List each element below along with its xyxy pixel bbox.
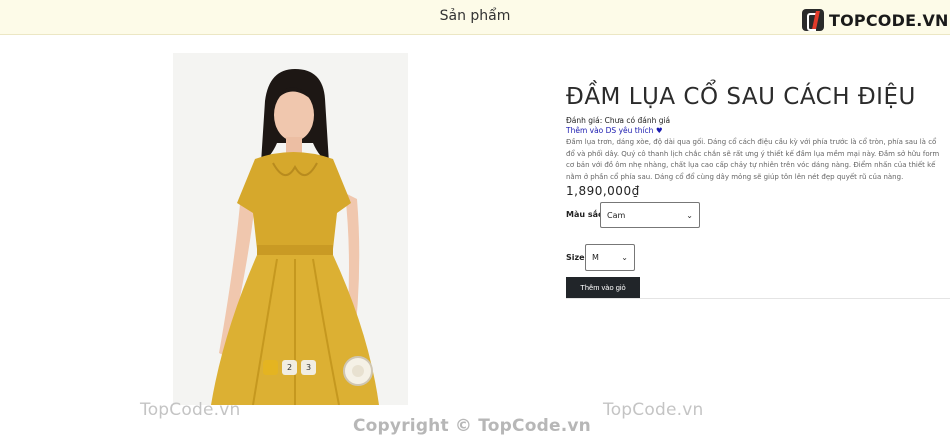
product-image[interactable] [173,53,408,405]
gallery-page-button[interactable]: 2 [282,360,297,375]
wishlist-label: Thêm vào DS yêu thích [566,126,654,135]
watermark-right: TopCode.vn [603,400,704,420]
brand-name: TOPCODE.VN [829,10,949,30]
product-price: 1,890,000₫ [566,184,640,198]
rating-text: Đánh giá: Chưa có đánh giá [566,116,671,125]
chevron-down-icon: ⌄ [686,210,693,220]
add-to-wishlist-link[interactable]: Thêm vào DS yêu thích ♥ [566,126,663,135]
brand-logo[interactable]: TOPCODE.VN [802,9,949,31]
gallery-page-button[interactable]: 3 [301,360,316,375]
dress-model-photo [173,53,408,405]
topcode-logo-icon [802,9,824,31]
watermark-copyright: Copyright © TopCode.vn [353,416,591,436]
size-select[interactable]: M ⌄ [585,244,635,271]
color-selected-value: Cam [607,210,626,220]
chevron-down-icon: ⌄ [621,253,628,262]
add-to-cart-button[interactable]: Thêm vào giỏ [566,277,640,298]
gallery-pagination: 1 2 3 [263,360,316,375]
size-selected-value: M [592,253,599,262]
heart-icon: ♥ [655,126,663,135]
top-navbar: Sản phẩm TOPCODE.VN [0,0,950,35]
product-description: Đầm lụa trơn, dáng xòe, độ dài qua gối. … [566,138,940,181]
gallery-page-button[interactable]: 1 [263,360,278,375]
color-select[interactable]: Cam ⌄ [600,202,700,228]
product-title: ĐẦM LỤA CỔ SAU CÁCH ĐIỆU [566,84,916,110]
divider [566,298,950,299]
watermark-left: TopCode.vn [140,400,241,420]
